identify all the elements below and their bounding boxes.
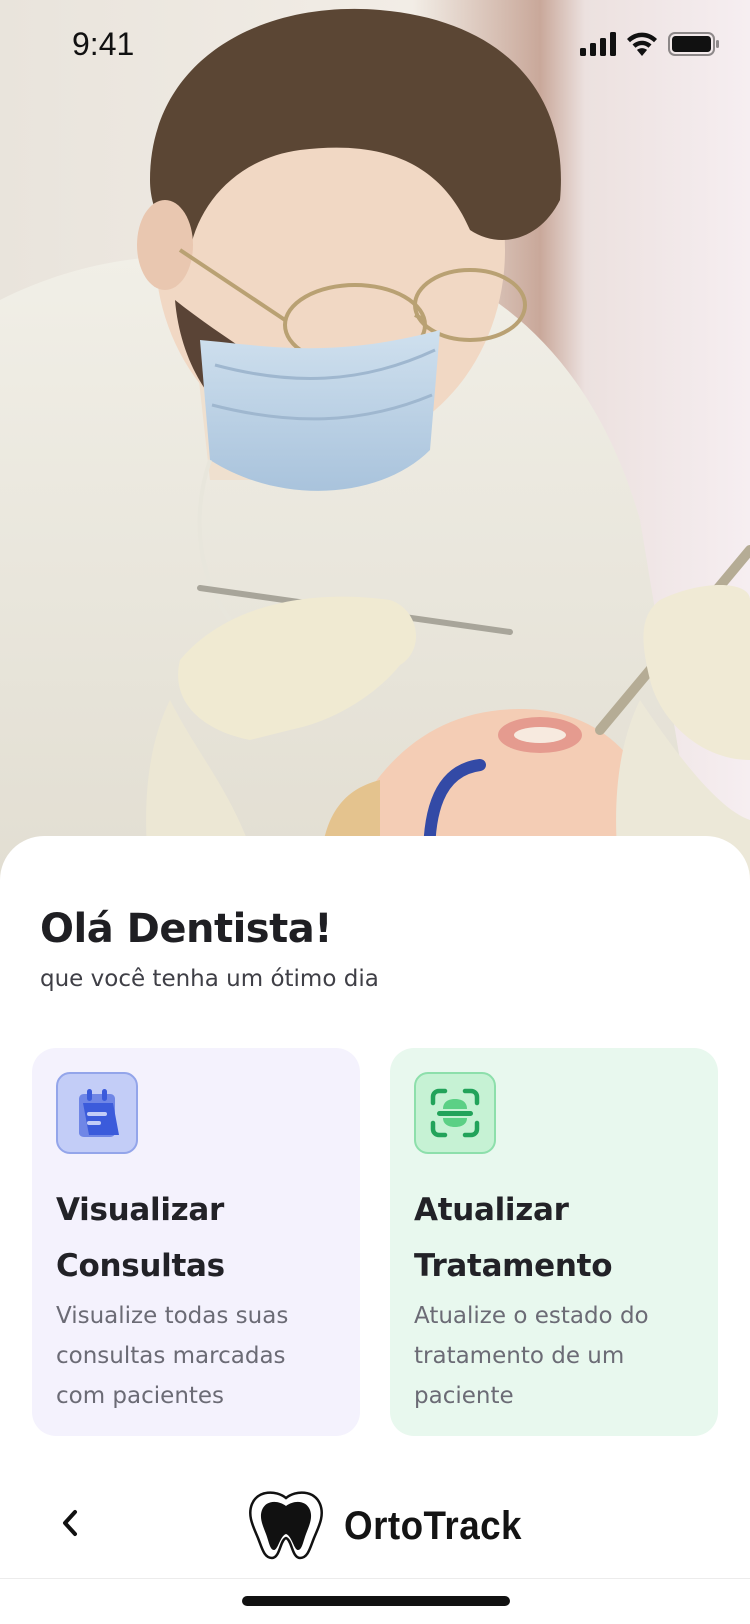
update-treatment-title-line1: Atualizar bbox=[414, 1192, 569, 1228]
home-indicator[interactable] bbox=[242, 1596, 510, 1606]
view-appointments-title-line1: Visualizar bbox=[56, 1192, 225, 1228]
status-time: 9:41 bbox=[72, 26, 135, 62]
update-treatment-card[interactable]: Atualizar Tratamento Atualize o estado d… bbox=[390, 1048, 718, 1436]
view-appointments-title-line2: Consultas bbox=[56, 1248, 225, 1284]
scan-icon bbox=[414, 1072, 496, 1154]
bottom-divider bbox=[0, 1578, 750, 1579]
status-bar: 9:41 bbox=[0, 0, 750, 90]
update-treatment-title: Atualizar Tratamento bbox=[414, 1182, 694, 1294]
hero-photo bbox=[0, 0, 750, 880]
greeting-title: Olá Dentista! bbox=[40, 906, 332, 952]
chevron-left-icon bbox=[59, 1506, 81, 1545]
battery-icon bbox=[668, 31, 720, 61]
update-treatment-title-line2: Tratamento bbox=[414, 1248, 613, 1284]
view-appointments-description: Visualize todas suas consultas marcadas … bbox=[56, 1303, 289, 1409]
view-appointments-card[interactable]: Visualizar Consultas Visualize todas sua… bbox=[32, 1048, 360, 1436]
update-treatment-description: Atualize o estado do tratamento de um pa… bbox=[414, 1303, 649, 1409]
brand-logo: OrtoTrack bbox=[242, 1490, 537, 1562]
brand-name: OrtoTrack bbox=[344, 1503, 522, 1548]
status-icons bbox=[580, 30, 720, 62]
bottom-bar: OrtoTrack bbox=[0, 1490, 750, 1580]
calendar-icon bbox=[56, 1072, 138, 1154]
home-screen: 9:41 Olá Dentista! que você tenha um óti… bbox=[0, 0, 750, 1624]
wifi-icon bbox=[626, 32, 658, 61]
tooth-logo-icon bbox=[242, 1488, 330, 1565]
cellular-signal-icon bbox=[580, 31, 616, 61]
view-appointments-title: Visualizar Consultas bbox=[56, 1182, 336, 1294]
greeting-subtitle: que você tenha um ótimo dia bbox=[40, 966, 379, 992]
back-button[interactable] bbox=[50, 1490, 90, 1560]
